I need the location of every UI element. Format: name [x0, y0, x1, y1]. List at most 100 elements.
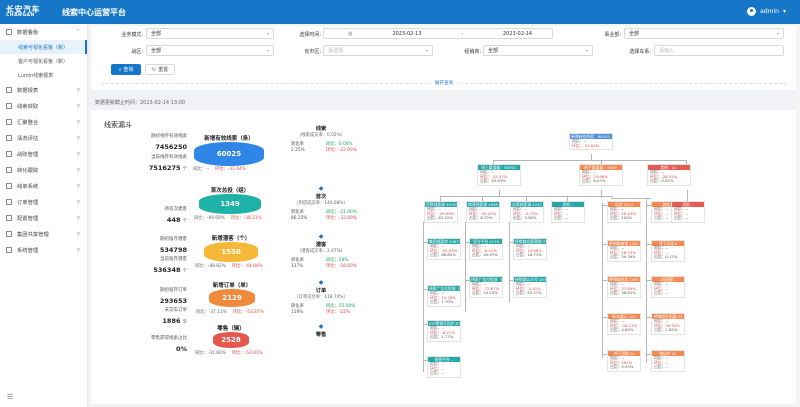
tree-node[interactable]: 新车展示105 同比：-- 环比：-18.12% 占比：4.64%: [607, 313, 641, 335]
tree-node[interactable]: 自然3023 同比：-- 环比：18.43% 占比：100%: [607, 201, 641, 223]
tree-node[interactable]: 线上渠道量：56392 同比：-- 环比：-33.47% 占比：93.95%: [477, 164, 521, 186]
tree-node[interactable]: 线下渠道量：3619 同比：-- 环比：25.66% 占比：6.03%: [579, 164, 623, 186]
stage-compare: 同比：55.00% 环比：-22%: [326, 304, 355, 316]
node-value: 3023: [623, 202, 634, 207]
stat-value: 1886 单: [127, 317, 187, 325]
sidebar-item[interactable]: 数据报表 v: [0, 82, 87, 98]
tree-node[interactable]: IOP营销号同步871同比：--环比：-8.21%占比：1.77%: [427, 320, 461, 342]
sidebar-item[interactable]: 集团共享管理 v: [0, 226, 87, 242]
stat-label: 期初留存潜客: [160, 237, 187, 242]
tree-node[interactable]: 新增有效线索：60025 同比：-- 环比：-31.64%: [569, 133, 613, 151]
funnel-disk-2: 1550: [204, 242, 258, 262]
reset-button[interactable]: ↻ 重置: [145, 64, 175, 75]
tree-node[interactable]: 其他--同比：--环比：--占比：--: [551, 201, 585, 223]
tree-node[interactable]: 线索广告位投放（媒体）579同比：--环比：15.76%占比：1.70%: [427, 285, 461, 307]
tree-node[interactable]: 经销商自营营销376同比：--环比：14.98%占比：16.73%: [513, 238, 547, 260]
tree-node[interactable]: 商营线索源4958 同比：-- 环比：-59.43% 占比：8.79%: [466, 201, 500, 223]
stage-name: 订单: [315, 288, 327, 294]
tree-node[interactable]: 其他：14 同比：-- 环比：-28.32% 占比：0.02%: [647, 164, 691, 186]
chevron-down-icon: ▾: [266, 48, 269, 53]
calendar-icon: ▦: [347, 30, 353, 37]
sidebar-subitem[interactable]: Lumin线索报表: [0, 68, 87, 82]
node-value: 6: [674, 241, 678, 246]
chevron-icon: v: [77, 167, 80, 173]
funnel-mom: 环比：-53.81%: [231, 351, 263, 356]
sidebar-item[interactable]: 配置管理 v: [0, 210, 87, 226]
dealer-select[interactable]: 全部 ▾: [483, 45, 593, 56]
node-body: 同比：-- 环比：-- 占比：0.17%: [652, 245, 684, 261]
funnel-mom: 环比：-38.21%: [230, 216, 262, 221]
funnel-disk-3: 2129: [209, 289, 255, 307]
node-metric: 占比：45.97%: [472, 252, 498, 258]
car-series-input[interactable]: 请输入: [654, 45, 784, 56]
tree-node[interactable]: 自营线索源2247 同比：-- 环比：-0.73% 占比：3.98%: [510, 201, 544, 223]
sidebar-item[interactable]: 线单系统 v: [0, 178, 87, 194]
node-value: 1421: [629, 241, 639, 246]
sidebar: 数据看板 ^ 线索可视化看板（新） 客户可视化看板（新） Lumin线索报表 数据报表 v 线…: [0, 24, 88, 407]
sidebar-item[interactable]: 汇聚整合 v: [0, 114, 87, 130]
business-mode-select[interactable]: 全部 ▾: [146, 28, 274, 39]
sidebar-subitem[interactable]: 客户可视化看板（新）: [0, 54, 87, 68]
node-metric: 占比：--: [674, 215, 689, 221]
arrow-down-icon: ◆: [318, 233, 324, 240]
stat-value: 7456250: [127, 143, 187, 151]
node-body: 同比：-- 环比：-30.93% 占比：88.80%: [428, 243, 460, 259]
tree-node[interactable]: 集团线索库43677 同比：-- 环比：-30.93% 占比：88.80%: [427, 238, 461, 260]
province-select[interactable]: 请选择 ▾: [323, 45, 433, 56]
query-button[interactable]: ⌕ 查询: [111, 64, 141, 75]
tree-node[interactable]: 官方平台2279 同比：-- 环比：-8.41% 占比：45.97%: [469, 238, 503, 260]
chevron-down-icon: ▾: [266, 31, 269, 36]
car-series-label: 选择车系:: [629, 49, 651, 55]
tree-node[interactable]: 二网线索-- 同比：-- 环比：-- 占比：--: [651, 276, 685, 298]
sidebar-item-label: 配置管理: [17, 216, 39, 222]
tree-node[interactable]: 直营平台-- 同比：-- 环比：-- 占比：--: [427, 356, 461, 378]
tree-node[interactable]: 线索广告位投放（媒体）2679同比：--环比：-72.67%占比：54.03%: [469, 276, 503, 298]
tree-node[interactable]: 经销商来店1397 同比：-- 环比：27.89% 占比：38.61%: [607, 276, 641, 298]
tree-node[interactable]: 线下活动6 同比：-- 环比：-- 占比：0.17%: [651, 240, 685, 262]
tree-node[interactable]: 经销商来电1421 同比：-- 环比：18.33% 占比：39.39%: [607, 240, 641, 262]
chevron-down-icon: ▾: [585, 48, 588, 53]
sidebar-item[interactable]: 线索获取 v: [0, 98, 87, 114]
sidebar-item-label: 线索获取: [17, 104, 39, 110]
node-body: 同比：-- 环比：-- 占比：--: [552, 206, 584, 222]
sidebar-item-label: 线单系统: [17, 184, 39, 190]
tree-connector: [441, 196, 613, 197]
tree-node[interactable]: 经销商外拓展33 同比：-- 环比：76.92% 占比：1.85%: [651, 313, 685, 335]
node-metric: 占比：3.98%: [513, 215, 537, 221]
node-body: 同比：-- 环比：-59.43% 占比：8.79%: [467, 206, 499, 222]
tree-node[interactable]: 跨店中34 同比：-- 环比：-- 占比：--: [651, 350, 685, 372]
sidebar-item[interactable]: 订单管理 v: [0, 194, 87, 210]
stat-unit: 个: [182, 167, 188, 172]
node-metric: 占比：4.64%: [610, 327, 634, 333]
node-value: 34: [629, 351, 635, 356]
sidebar-subitem[interactable]: 线索可视化看板（新）: [0, 40, 87, 54]
business-mode-label: 业务模式:: [121, 32, 143, 38]
tree-node[interactable]: 其他--同比：--环比：--占比：--: [671, 201, 705, 223]
division-select[interactable]: 全部 ▾: [624, 28, 784, 39]
collapse-menu-icon[interactable]: ☰: [7, 393, 13, 401]
sidebar-item[interactable]: 清洗评估 v: [0, 130, 87, 146]
sidebar-item[interactable]: 系统管理 v: [0, 242, 87, 258]
sidebar-item-label: 订单管理: [17, 200, 39, 206]
sidebar-item[interactable]: 转化跟踪 v: [0, 162, 87, 178]
tree-node[interactable]: 经销商公众号1871同比：--环比：-3.41%占比：83.27%: [513, 276, 547, 298]
user-menu[interactable]: admin ▾: [747, 7, 786, 16]
page-scrollbar[interactable]: [796, 24, 800, 407]
sidebar-item[interactable]: 战败管理 v: [0, 146, 87, 162]
node-metric: 占比：39.39%: [610, 254, 636, 260]
node-body: 同比：-- 环比：25.66% 占比：6.03%: [580, 169, 622, 185]
stage-sub: （潜客成交率：2.47%）: [296, 249, 346, 254]
expand-query-link[interactable]: 展开查询: [91, 80, 797, 86]
region-select[interactable]: 全部 ▾: [146, 45, 274, 56]
tree-node[interactable]: 官营线索源49187 同比：-- 环比：-29.99% 占比：87.22%: [424, 201, 458, 223]
node-value: 1871: [538, 277, 546, 282]
node-body: 同比：-- 环比：567% 占比：0.93%: [608, 355, 640, 371]
date-range-picker[interactable]: ▦ 2023-02-13 - 2023-02-14: [323, 28, 553, 39]
tree-node[interactable]: 线下团购34 同比：-- 环比：567% 占比：0.93%: [607, 350, 641, 372]
stage-name: 线索: [315, 126, 327, 132]
stage-mom: 环比：-22%: [326, 310, 350, 315]
node-metric: 占比：83.27%: [516, 290, 542, 296]
node-body: 同比：-- 环比：-72.67% 占比：54.03%: [470, 281, 502, 297]
conv-rate: 119%: [291, 310, 304, 315]
sidebar-item[interactable]: 数据看板 ^: [0, 24, 87, 40]
